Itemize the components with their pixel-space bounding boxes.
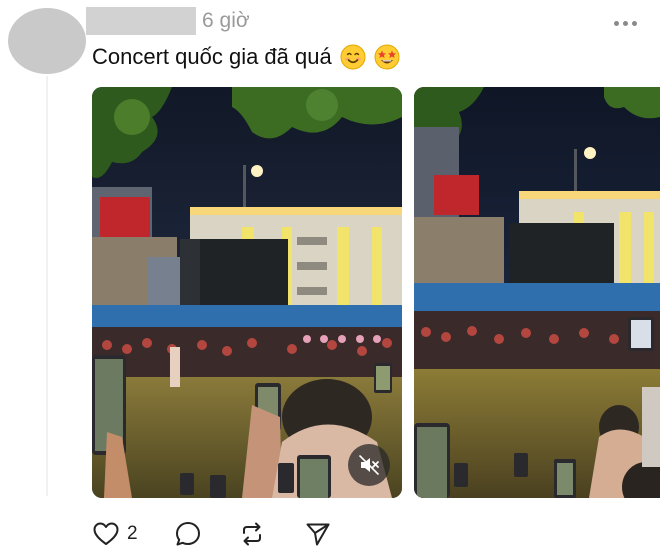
repost-icon (243, 522, 261, 546)
star-struck-emoji (374, 44, 400, 70)
reply-button[interactable] (174, 520, 202, 548)
repost-button[interactable] (238, 520, 266, 548)
concert-photo-1 (92, 87, 402, 498)
avatar[interactable] (8, 8, 86, 74)
post-text: Concert quốc gia đã quá (92, 44, 332, 69)
send-icon (306, 523, 330, 546)
post-body: Concert quốc gia đã quá (92, 44, 400, 70)
speaker-muted-icon (359, 455, 379, 475)
smiling-face-emoji (340, 44, 366, 70)
post-photo-2[interactable] (414, 87, 660, 498)
like-button[interactable]: 2 (92, 520, 138, 548)
post-photo-1[interactable] (92, 87, 402, 498)
heart-icon (93, 522, 119, 545)
comment-icon (176, 522, 200, 546)
ellipsis-icon (613, 20, 619, 26)
more-options-button[interactable] (608, 10, 642, 36)
mute-button[interactable] (348, 444, 390, 486)
concert-photo-2 (414, 87, 660, 498)
post-time: 6 giờ (202, 9, 250, 32)
share-button[interactable] (304, 520, 332, 548)
like-count: 2 (127, 523, 138, 544)
thread-post: 6 giờ Concert quốc gia đã quá 2 (0, 0, 660, 549)
username-redacted[interactable] (86, 7, 196, 35)
thread-line (46, 76, 48, 496)
